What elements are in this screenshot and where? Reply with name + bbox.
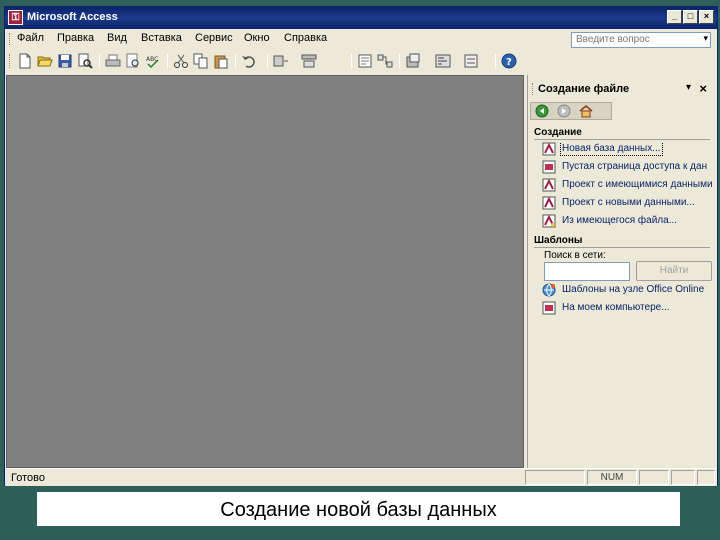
task-pane-title: Создание файле: [538, 83, 630, 95]
chevron-down-icon[interactable]: ▾: [703, 33, 708, 44]
new-icon[interactable]: [17, 53, 33, 69]
templates-section-heading: Шаблоны: [534, 235, 583, 246]
link-label: Шаблоны на узле Office Online: [562, 284, 705, 295]
undo-icon[interactable]: [241, 53, 257, 69]
link-label: Новая база данных...: [560, 142, 663, 156]
maximize-icon[interactable]: □: [683, 10, 698, 24]
link-project-existing[interactable]: Проект с имеющимися данными: [542, 178, 714, 194]
task-pane-nav: [530, 102, 612, 120]
ask-question-input[interactable]: Введите вопрос ▾: [571, 32, 711, 48]
analyze-icon[interactable]: [301, 53, 317, 69]
link-project-new[interactable]: Проект с новыми данными...: [542, 196, 714, 212]
link-new-database[interactable]: Новая база данных...: [542, 142, 714, 158]
status-cell-empty: [639, 470, 669, 485]
save-icon[interactable]: [57, 53, 73, 69]
toolbar-separator: [167, 54, 168, 68]
properties-icon[interactable]: [357, 53, 373, 69]
cut-icon[interactable]: [173, 53, 189, 69]
resize-grip-icon[interactable]: [697, 470, 715, 485]
menu-tools[interactable]: Сервис: [195, 32, 233, 44]
script-icon[interactable]: [463, 53, 479, 69]
toolbar-separator: [267, 54, 268, 68]
code-icon[interactable]: [435, 53, 451, 69]
ask-question-placeholder: Введите вопрос: [576, 34, 650, 45]
link-label: Из имеющегося файла...: [562, 215, 678, 226]
num-lock-indicator: NUM: [587, 470, 637, 485]
forward-icon[interactable]: [556, 104, 572, 118]
office-online-icon: [542, 283, 556, 297]
menu-view[interactable]: Вид: [107, 32, 127, 44]
link-office-online-templates[interactable]: Шаблоны на узле Office Online: [542, 283, 714, 299]
status-cell-empty: [525, 470, 585, 485]
status-bar: Готово NUM: [5, 468, 717, 486]
copy-icon[interactable]: [193, 53, 209, 69]
chevron-down-icon[interactable]: ▾: [686, 82, 691, 93]
link-label: На моем компьютере...: [562, 302, 670, 313]
toolbar-separator: [351, 54, 352, 68]
link-label: Проект с новыми данными...: [562, 197, 695, 208]
menu-insert[interactable]: Вставка: [141, 32, 182, 44]
back-icon[interactable]: [534, 104, 550, 118]
minimize-icon[interactable]: _: [667, 10, 682, 24]
relationships-icon[interactable]: [377, 53, 393, 69]
project-new-icon: [542, 196, 556, 210]
toolbar-separator: [399, 54, 400, 68]
home-icon[interactable]: [578, 104, 594, 118]
section-divider: [534, 247, 710, 248]
menubar-grip[interactable]: [9, 33, 12, 45]
link-my-computer-templates[interactable]: На моем компьютере...: [542, 301, 714, 317]
access-key-icon[interactable]: ⚿: [8, 10, 23, 25]
menu-edit[interactable]: Правка: [57, 32, 94, 44]
my-computer-icon: [542, 301, 556, 315]
link-label: Пустая страница доступа к дан: [562, 161, 708, 172]
title-bar[interactable]: ⚿ Microsoft Access _ □ ×: [5, 7, 717, 29]
menu-help[interactable]: Справка: [284, 32, 327, 44]
spelling-icon[interactable]: ABC: [145, 53, 161, 69]
svg-text:?: ?: [506, 57, 512, 68]
link-blank-page[interactable]: Пустая страница доступа к дан: [542, 160, 714, 176]
link-label: Проект с имеющимися данными: [562, 179, 713, 190]
toolbar-separator: [495, 54, 496, 68]
blank-page-icon: [542, 160, 556, 174]
open-icon[interactable]: [37, 53, 53, 69]
close-icon[interactable]: ×: [699, 10, 714, 24]
create-section-heading: Создание: [534, 127, 582, 138]
search-web-label: Поиск в сети:: [544, 250, 606, 261]
window-controls: _ □ ×: [667, 10, 714, 24]
task-pane: Создание файле ▾ × Создание Новая база д…: [527, 75, 715, 468]
toolbar-separator: [235, 54, 236, 68]
close-icon[interactable]: ×: [699, 81, 707, 96]
status-cell-empty: [671, 470, 695, 485]
office-links-icon[interactable]: [273, 53, 289, 69]
print-preview-icon[interactable]: [125, 53, 141, 69]
help-icon[interactable]: ?: [501, 53, 517, 69]
search-file-icon[interactable]: [77, 53, 93, 69]
toolbar-grip[interactable]: [9, 54, 12, 68]
database-toolbar: ABC ?: [5, 50, 529, 74]
slide-caption: Создание новой базы данных: [37, 492, 680, 526]
menu-file[interactable]: Файл: [17, 32, 44, 44]
task-pane-header: Создание файле ▾ ×: [528, 81, 715, 99]
menu-bar: Файл Правка Вид Вставка Сервис Окно Спра…: [5, 29, 717, 49]
paste-icon[interactable]: [213, 53, 229, 69]
from-file-icon: [542, 214, 556, 228]
new-database-icon: [542, 142, 556, 156]
window-title: Microsoft Access: [27, 11, 118, 23]
status-text: Готово: [11, 472, 45, 484]
access-window: ⚿ Microsoft Access _ □ × Файл Правка Вид…: [4, 6, 718, 486]
project-existing-icon: [542, 178, 556, 192]
link-from-file[interactable]: Из имеющегося файла...: [542, 214, 714, 230]
find-button[interactable]: Найти: [636, 261, 712, 281]
database-workspace[interactable]: [6, 75, 524, 468]
new-object-icon[interactable]: [405, 53, 421, 69]
menu-window[interactable]: Окно: [244, 32, 270, 44]
print-icon[interactable]: [105, 53, 121, 69]
task-pane-grip[interactable]: [532, 83, 535, 95]
search-web-input[interactable]: [544, 262, 630, 281]
section-divider: [534, 139, 710, 140]
toolbar-separator: [99, 54, 100, 68]
